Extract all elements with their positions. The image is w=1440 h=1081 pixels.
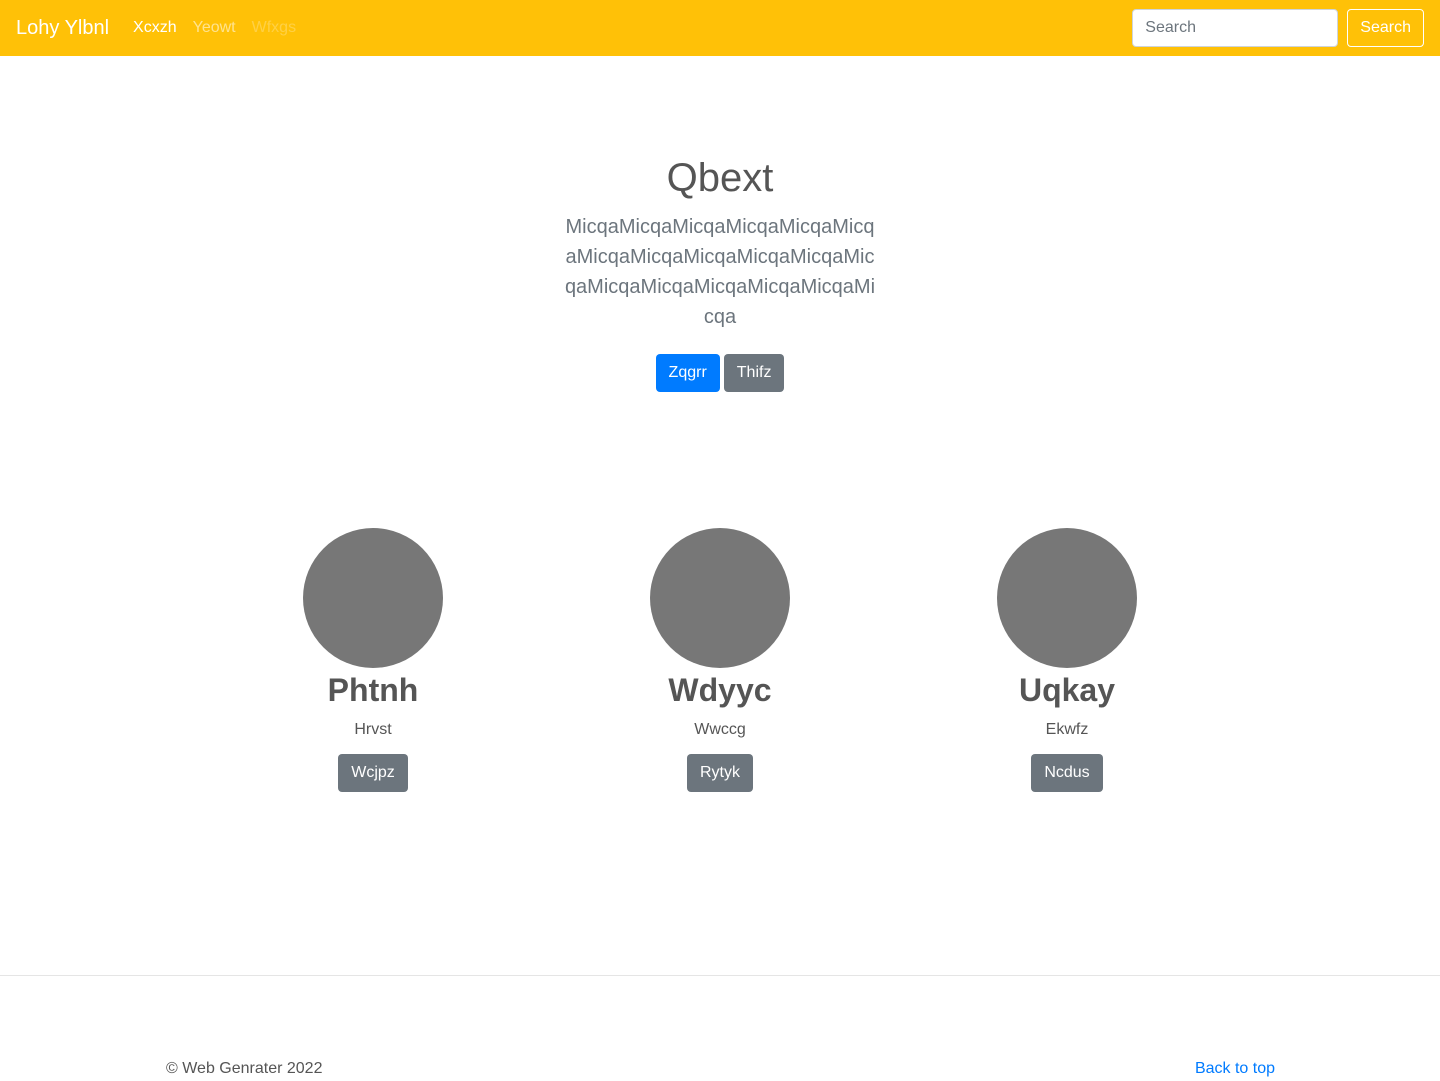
avatar-placeholder <box>997 528 1137 668</box>
nav-link-yeowt[interactable]: Yeowt <box>193 19 236 37</box>
column-3: Uqkay Ekwfz Ncdus <box>917 528 1217 792</box>
nav-links: Xcxzh Yeowt Wfxgs <box>133 19 312 37</box>
search-input[interactable] <box>1132 9 1339 47</box>
column-button[interactable]: Rytyk <box>687 754 753 792</box>
column-button[interactable]: Wcjpz <box>338 754 408 792</box>
nav-link-xcxzh[interactable]: Xcxzh <box>133 19 177 37</box>
nav-link-wfxgs: Wfxgs <box>251 19 297 36</box>
avatar-placeholder <box>303 528 443 668</box>
column-heading: Uqkay <box>1018 672 1116 708</box>
hero-secondary-button[interactable]: Thifz <box>723 354 785 392</box>
column-text: Hrvst <box>354 721 392 738</box>
column-heading: Phtnh <box>327 672 419 708</box>
avatar-placeholder <box>650 528 790 668</box>
column-text: Ekwfz <box>1045 721 1089 738</box>
column-button[interactable]: Ncdus <box>1031 754 1103 792</box>
back-to-top-link[interactable]: Back to top <box>1195 1059 1275 1079</box>
copyright-text: © Web Genrater 2022 <box>166 1060 323 1077</box>
hero-buttons: Zqgrr Thifz <box>0 354 1440 392</box>
brand[interactable]: Lohy Ylbnl <box>16 18 109 38</box>
hero-lead: MicqaMicqaMicqaMicqaMicqaMicqaMicqaMicqa… <box>564 216 876 328</box>
search-button[interactable]: Search <box>1347 9 1424 47</box>
search-form: Search <box>1132 9 1424 47</box>
navbar: Lohy Ylbnl Xcxzh Yeowt Wfxgs Search <box>0 0 1440 56</box>
column-text: Wwccg <box>694 721 746 738</box>
column-heading: Wdyyc <box>668 672 772 708</box>
column-2: Wdyyc Wwccg Rytyk <box>570 528 870 792</box>
column-1: Phtnh Hrvst Wcjpz <box>223 528 523 792</box>
footer-divider <box>0 975 1440 976</box>
hero-section: Qbext MicqaMicqaMicqaMicqaMicqaMicqaMicq… <box>0 150 1440 392</box>
hero-primary-button[interactable]: Zqgrr <box>655 354 720 392</box>
hero-title: Qbext <box>666 156 774 200</box>
